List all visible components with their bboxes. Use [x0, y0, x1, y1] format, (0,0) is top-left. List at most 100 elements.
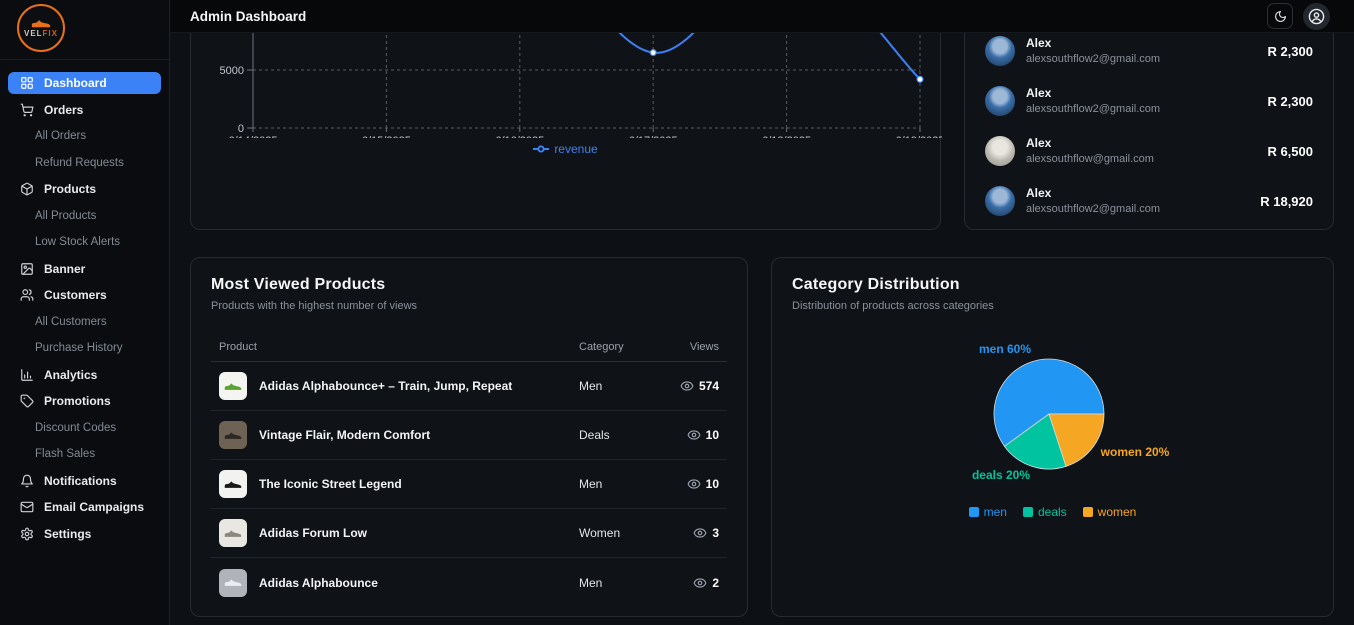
product-row[interactable]: Vintage Flair, Modern ComfortDeals10 — [211, 411, 727, 460]
sidebar-item-analytics[interactable]: Analytics — [8, 364, 161, 386]
legend-label: deals — [1038, 505, 1067, 519]
product-category: Men — [579, 379, 661, 393]
pie-legend-item-men[interactable]: men — [969, 505, 1007, 519]
page-title: Admin Dashboard — [190, 9, 306, 24]
customer-amount: R 6,500 — [1267, 144, 1313, 159]
most-viewed-products-card: Most Viewed Products Products with the h… — [190, 257, 748, 617]
customer-name: Alex — [1026, 85, 1160, 102]
customer-row[interactable]: Alexalexsouthflow2@gmail.comR 2,300 — [985, 33, 1313, 76]
sidebar-item-promotions[interactable]: Promotions — [8, 390, 161, 412]
card-title: Most Viewed Products — [211, 276, 727, 294]
product-row[interactable]: The Iconic Street LegendMen10 — [211, 460, 727, 509]
product-category: Women — [579, 526, 661, 540]
product-name: Adidas Alphabounce — [259, 576, 378, 590]
shoe-logo-icon — [31, 18, 51, 29]
customer-email: alexsouthflow2@gmail.com — [1026, 52, 1160, 66]
pie-chart-area: men 60%deals 20%women 20% mendealswomen — [772, 258, 1333, 616]
product-thumbnail — [219, 421, 247, 449]
products-table-body: Adidas Alphabounce+ – Train, Jump, Repea… — [211, 362, 727, 607]
legend-label: women — [1098, 505, 1137, 519]
revenue-legend-item[interactable]: revenue — [191, 142, 940, 156]
products-table: Product Category Views Adidas Alphabounc… — [211, 332, 727, 607]
column-header-views: Views — [661, 341, 719, 353]
customer-avatar — [985, 186, 1015, 216]
sidebar-item-all-products[interactable]: All Products — [8, 205, 161, 227]
sidebar-item-label: Flash Sales — [35, 448, 95, 460]
sidebar-item-email-campaigns[interactable]: Email Campaigns — [8, 496, 161, 518]
svg-text:6/17/2025: 6/17/2025 — [629, 135, 678, 138]
sidebar-item-all-customers[interactable]: All Customers — [8, 311, 161, 333]
customer-email: alexsouthflow2@gmail.com — [1026, 102, 1160, 116]
dark-mode-toggle[interactable] — [1267, 3, 1293, 29]
sidebar-item-label: Orders — [44, 103, 83, 117]
product-name: Adidas Alphabounce+ – Train, Jump, Repea… — [259, 379, 512, 393]
sidebar-item-label: Customers — [44, 288, 107, 302]
sidebar-item-label: Refund Requests — [35, 157, 124, 169]
legend-swatch — [1023, 507, 1033, 517]
sidebar-item-label: Purchase History — [35, 342, 123, 354]
customer-name: Alex — [1026, 135, 1154, 152]
revenue-line-chart: 050006/14/20256/15/20256/16/20256/17/202… — [191, 33, 942, 138]
sidebar-item-settings[interactable]: Settings — [8, 523, 161, 545]
sidebar-item-label: Promotions — [44, 394, 111, 408]
sidebar-item-banner[interactable]: Banner — [8, 258, 161, 280]
sidebar-item-dashboard[interactable]: Dashboard — [8, 72, 161, 94]
tag-icon — [20, 394, 34, 408]
header-actions — [1267, 3, 1330, 30]
pie-legend-item-women[interactable]: women — [1083, 505, 1137, 519]
svg-text:6/19/2025: 6/19/2025 — [896, 135, 942, 138]
card-subtitle: Products with the highest number of view… — [211, 300, 727, 312]
sidebar-item-discount-codes[interactable]: Discount Codes — [8, 417, 161, 439]
sidebar-item-label: Analytics — [44, 368, 97, 382]
sidebar-item-orders[interactable]: Orders — [8, 99, 161, 121]
sidebar-item-purchase-history[interactable]: Purchase History — [8, 337, 161, 359]
sidebar-item-label: Low Stock Alerts — [35, 236, 120, 248]
customer-name: Alex — [1026, 185, 1160, 202]
sidebar-item-all-orders[interactable]: All Orders — [8, 125, 161, 147]
customer-name: Alex — [1026, 35, 1160, 52]
sidebar-item-label: Dashboard — [44, 76, 107, 90]
customer-row[interactable]: Alexalexsouthflow@gmail.com R 6,500 — [985, 126, 1313, 176]
sidebar-item-label: All Customers — [35, 316, 107, 328]
customer-avatar — [985, 36, 1015, 66]
pie-legend-item-deals[interactable]: deals — [1023, 505, 1067, 519]
customer-list: Alexalexsouthflow2@gmail.comR 2,300Alexa… — [985, 33, 1313, 226]
legend-swatch — [1083, 507, 1093, 517]
product-views-count: 2 — [712, 576, 719, 590]
svg-text:6/14/2025: 6/14/2025 — [229, 135, 278, 138]
product-thumbnail — [219, 372, 247, 400]
customer-email: alexsouthflow2@gmail.com — [1026, 202, 1160, 216]
users-icon — [20, 288, 34, 302]
user-profile-button[interactable] — [1303, 3, 1330, 30]
product-row[interactable]: Adidas Forum LowWomen3 — [211, 509, 727, 558]
sidebar-item-flash-sales[interactable]: Flash Sales — [8, 443, 161, 465]
sidebar-item-refund-requests[interactable]: Refund Requests — [8, 152, 161, 174]
sidebar-item-label: All Orders — [35, 130, 86, 142]
sidebar: VELFIX Dashboard Orders All Orders Refund R… — [0, 0, 170, 625]
sidebar-item-notifications[interactable]: Notifications — [8, 470, 161, 492]
eye-icon — [687, 477, 701, 491]
sidebar-item-label: Email Campaigns — [44, 500, 144, 514]
brand-logo: VELFIX — [17, 4, 65, 52]
sidebar-item-label: Banner — [44, 262, 85, 276]
sidebar-item-label: All Products — [35, 210, 96, 222]
pie-label-women: women 20% — [1101, 445, 1170, 459]
product-category: Deals — [579, 428, 661, 442]
sidebar-item-customers[interactable]: Customers — [8, 284, 161, 306]
customer-row[interactable]: Alexalexsouthflow2@gmail.comR 2,300 — [985, 76, 1313, 126]
dashboard-row-2: Most Viewed Products Products with the h… — [190, 257, 1334, 617]
eye-icon — [693, 576, 707, 590]
svg-text:6/15/2025: 6/15/2025 — [362, 135, 411, 138]
customer-row[interactable]: Alexalexsouthflow2@gmail.comR 18,920 — [985, 176, 1313, 226]
sidebar-item-products[interactable]: Products — [8, 178, 161, 200]
svg-text:6/18/2025: 6/18/2025 — [762, 135, 811, 138]
category-distribution-card: Category Distribution Distribution of pr… — [771, 257, 1334, 617]
sidebar-nav: Dashboard Orders All Orders Refund Requests… — [0, 60, 169, 545]
product-row[interactable]: Adidas Alphabounce+ – Train, Jump, Repea… — [211, 362, 727, 411]
user-circle-icon — [1308, 8, 1325, 25]
column-header-category: Category — [579, 341, 661, 353]
sidebar-item-low-stock-alerts[interactable]: Low Stock Alerts — [8, 231, 161, 253]
product-thumbnail — [219, 519, 247, 547]
customer-email: alexsouthflow@gmail.com — [1026, 152, 1154, 166]
product-row[interactable]: Adidas AlphabounceMen2 — [211, 558, 727, 607]
